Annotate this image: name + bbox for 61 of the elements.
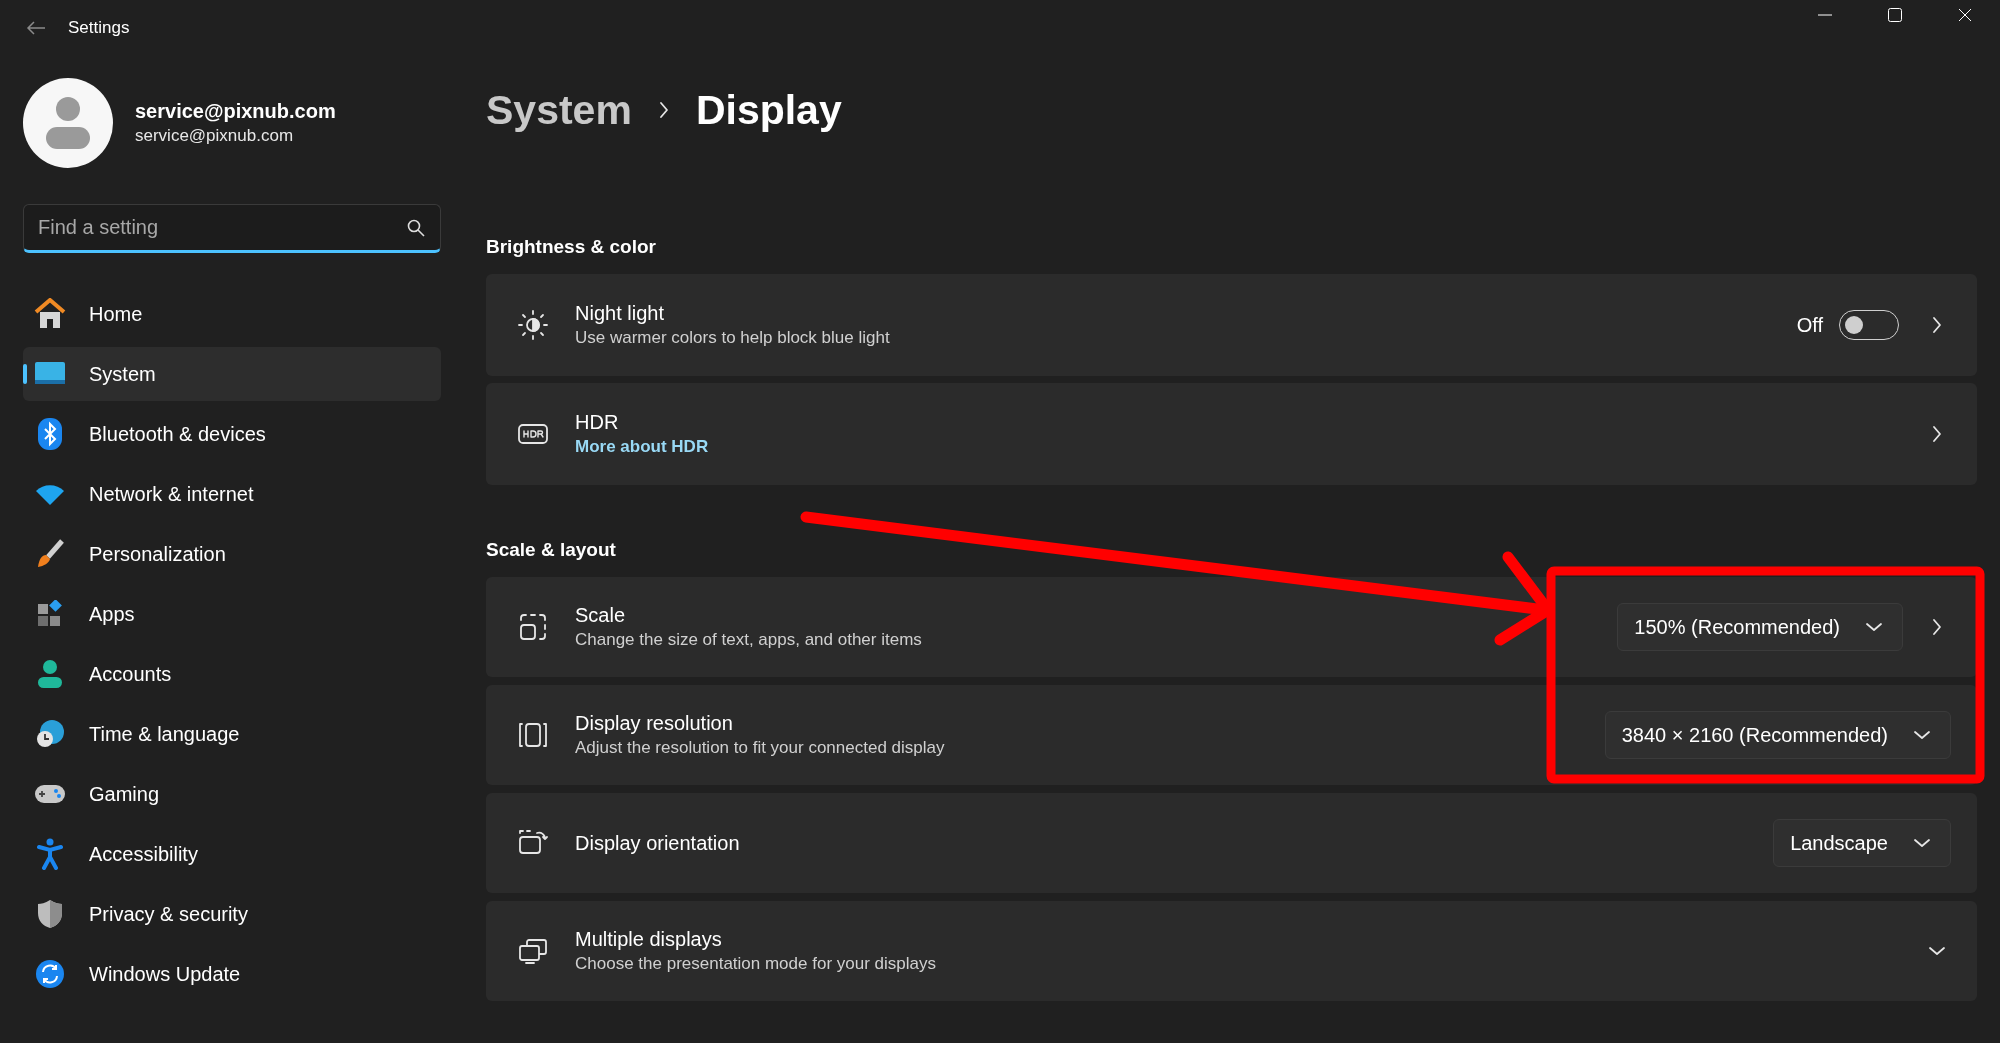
dropdown[interactable]: 3840 × 2160 (Recommended) [1604,711,1951,759]
hdr-icon [517,422,549,446]
search-field[interactable]: Find a setting [23,204,441,253]
breadcrumb-link[interactable]: System [486,86,632,134]
learn-more-link[interactable]: More about HDR [575,437,709,457]
apps-icon [36,600,64,628]
bluetooth-icon [38,418,62,450]
minimize-icon [1818,14,1832,16]
paintbrush-icon [36,539,64,569]
scale-icon [517,611,549,643]
setting-title: Scale [575,604,627,627]
setting-title: Display resolution [575,712,734,735]
setting-card[interactable]: HDR More about HDR [486,383,1977,485]
window-title: Settings [68,17,130,38]
nav-item[interactable]: Accessibility [23,827,441,881]
nav-item[interactable]: Home [23,287,441,341]
dropdown[interactable]: 150% (Recommended) [1617,603,1903,651]
nav-item[interactable]: Personalization [23,527,441,581]
account-email: service@pixnub.com [135,126,295,146]
setting-description: Use warmer colors to help block blue light [575,328,890,348]
toggle-state-label: Off [1796,313,1823,337]
nav-item[interactable]: Bluetooth & devices [23,407,441,461]
setting-title: Multiple displays [575,928,723,951]
search-icon [407,219,425,237]
section-heading: Brightness & color [486,235,657,259]
section-heading: Scale & layout [486,538,617,562]
setting-description: Adjust the resolution to fit your connected display [575,738,945,758]
shield-icon [36,899,64,929]
gamepad-icon [34,783,66,805]
nav-item[interactable]: Time & language [23,707,441,761]
globe-clock-icon [35,719,65,749]
accessibility-icon [37,838,63,870]
close-icon [1958,8,1972,22]
nav-item[interactable]: Privacy & security [23,887,441,941]
page-title: Display [695,86,842,134]
nav-item[interactable]: Network & internet [23,467,441,521]
person-icon [37,659,63,689]
setting-card[interactable]: Display resolution Adjust the resolution to fit your connected display 3840 × 2160 (Recommended) [486,685,1977,785]
wifi-icon [35,483,65,505]
setting-title: HDR [575,411,620,434]
setting-card[interactable]: Display orientation Landscape [486,793,1977,893]
setting-card[interactable]: Multiple displays Choose the presentation mode for your displays [486,901,1977,1001]
house-icon [33,298,67,330]
dropdown[interactable]: Landscape [1773,819,1951,867]
maximize-icon [1888,8,1902,22]
setting-description: Change the size of text, apps, and other items [575,630,922,650]
nav-item[interactable]: Apps [23,587,441,641]
sync-icon [35,959,65,989]
nav-item[interactable]: Windows Update [23,947,441,1001]
setting-title: Night light [575,302,665,325]
setting-description: Choose the presentation mode for your displays [575,954,936,974]
setting-card[interactable]: Scale Change the size of text, apps, and other items 150% (Recommended) [486,577,1977,677]
monitor-icon [35,362,65,386]
account-name: service@pixnub.com [135,100,336,123]
setting-title: Display orientation [575,831,740,855]
brightness-icon [517,309,549,341]
selection-indicator [23,364,27,384]
setting-card[interactable]: Night light Use warmer colors to help block blue light Off [486,274,1977,376]
nav-item[interactable]: Accounts [23,647,441,701]
nav-item[interactable]: Gaming [23,767,441,821]
nav-item[interactable]: System [23,347,441,401]
